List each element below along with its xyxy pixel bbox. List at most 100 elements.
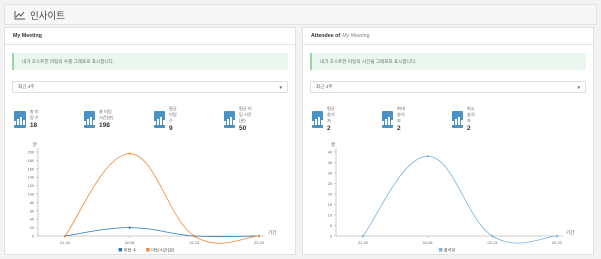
data-point	[128, 226, 131, 229]
y-tick-label: 0	[32, 235, 34, 239]
legend-label: 미팅 시간(분)	[151, 246, 175, 253]
panel-title: My Meeting	[5, 28, 295, 45]
chart-svg: 명기간 0 5 10 15 20 25 30 35 40 01-30 02-06 02-13 02-20 참…	[328, 141, 575, 253]
stat-label: 평균 미팅 수	[169, 106, 177, 123]
y-axis-label: 분	[33, 142, 37, 147]
bar-chart-icon	[382, 110, 393, 128]
y-tick-label: 0	[330, 235, 332, 239]
x-tick-label: 02-13	[487, 241, 497, 245]
stat-label: 총 미팅 수	[29, 109, 39, 120]
x-tick-label: 02-13	[189, 241, 199, 245]
y-tick-label: 100	[28, 193, 34, 197]
page-title: 인사이트	[30, 10, 65, 22]
series-line	[64, 227, 260, 238]
stat-value: 9	[169, 125, 173, 132]
attendee-line-chart: 명기간 0 5 10 15 20 25 30 35 40 01-30 02-06 02-13 02-20 참…	[303, 138, 593, 254]
y-tick-label: 5	[330, 224, 332, 228]
legend-label: 미팅 수	[124, 246, 137, 253]
stat-value: 2	[327, 125, 331, 132]
bar-chart-icon	[14, 110, 26, 128]
chart-svg: 분기간 0 20 40 60 80 100 120 140 160 180 200 01-30 02-06…	[28, 142, 277, 253]
period-select[interactable]: 최근 4주 ▼	[310, 81, 586, 93]
data-point	[426, 155, 429, 158]
x-tick-label: 02-06	[125, 241, 135, 245]
y-tick-label: 160	[28, 167, 34, 171]
data-point	[257, 234, 261, 238]
legend-swatch	[146, 248, 150, 252]
data-point	[193, 234, 196, 238]
y-tick-label: 30	[328, 172, 332, 176]
x-tick-label: 02-20	[552, 241, 562, 245]
data-point	[361, 234, 365, 238]
bar-chart-icon	[154, 110, 165, 128]
x-tick-label: 01-30	[60, 241, 70, 245]
attendee-panel: Attendee of My Meeting 내가 호스트한 미팅의 시간을 그…	[302, 27, 594, 255]
chevron-down-icon: ▼	[576, 85, 581, 90]
chevron-down-icon: ▼	[278, 85, 283, 90]
period-select-value: 최근 4주	[316, 84, 333, 89]
legend-label: 참석자	[444, 246, 456, 253]
stat-item: 평균 미팅 시간(분) 50	[224, 106, 252, 132]
y-tick-label: 180	[28, 159, 34, 163]
bar-chart-icon	[452, 110, 463, 128]
y-tick-label: 25	[328, 182, 332, 186]
stat-item: 평균 미팅 수 9	[154, 106, 179, 132]
series-line	[64, 153, 260, 244]
y-tick-label: 20	[30, 226, 34, 230]
data-point	[63, 234, 67, 238]
data-point	[128, 152, 131, 155]
my-meeting-panel: My Meeting 내가 호스트한 미팅의 수를 그래프로 표시합니다. 최근…	[4, 27, 296, 255]
info-alert: 내가 호스트한 미팅의 수를 그래프로 표시합니다.	[12, 53, 288, 70]
stat-value: 2	[397, 125, 401, 132]
stat-item: 최소 참석자 2	[452, 106, 477, 132]
legend-swatch	[438, 248, 443, 252]
line-chart-icon	[14, 10, 25, 19]
y-tick-label: 10	[328, 214, 332, 218]
y-tick-label: 200	[28, 151, 34, 155]
insight-page: 인사이트 My Meeting 내가 호스트한 미팅의 수를 그래프로 표시합니…	[0, 0, 601, 259]
stat-item: 평균 참석자 2	[312, 106, 337, 132]
stat-label: 평균 참석자	[327, 106, 335, 123]
info-alert: 내가 호스트한 미팅의 시간을 그래프로 표시합니다.	[310, 53, 586, 70]
page-header: 인사이트	[4, 4, 597, 25]
y-tick-label: 15	[328, 203, 332, 207]
y-tick-label: 140	[28, 176, 34, 180]
y-axis-label: 명	[331, 141, 335, 147]
stat-value: 2	[467, 125, 471, 132]
y-tick-label: 20	[328, 193, 332, 197]
data-point	[555, 234, 559, 238]
stat-label: 총 미팅 시간(분)	[99, 109, 114, 120]
y-tick-label: 40	[30, 218, 34, 222]
x-tick-label: 01-30	[358, 241, 368, 245]
bar-chart-icon	[224, 110, 235, 128]
bar-chart-icon	[84, 110, 95, 128]
panel-title: Attendee of My Meeting	[303, 28, 593, 45]
y-tick-label: 35	[328, 161, 332, 165]
y-tick-label: 80	[30, 201, 34, 205]
stat-label: 최대 참석자	[397, 106, 405, 123]
stat-label: 최소 참석자	[467, 106, 475, 123]
stat-item: 최대 참석자 2	[382, 106, 407, 132]
y-tick-label: 120	[28, 184, 34, 188]
meeting-line-chart: 분기간 0 20 40 60 80 100 120 140 160 180 200 01-30 02-06…	[5, 138, 295, 254]
stat-value: 50	[239, 125, 247, 132]
x-tick-label: 02-20	[254, 241, 264, 245]
stat-item: 총 미팅 시간(분) 198	[84, 109, 116, 129]
legend-swatch	[118, 248, 123, 252]
series-line	[362, 155, 558, 244]
x-tick-label: 02-06	[423, 241, 433, 245]
period-select[interactable]: 최근 4주 ▼	[12, 81, 288, 93]
x-axis-label: 기간	[268, 229, 276, 236]
panel-title-strong: Attendee of	[311, 33, 341, 39]
stat-item: 총 미팅 수 18	[14, 109, 42, 129]
stat-value: 198	[99, 122, 110, 129]
panel-title-rest: My Meeting	[342, 33, 370, 39]
stat-value: 18	[29, 122, 38, 129]
panel-title-strong: My Meeting	[13, 33, 42, 39]
x-axis-label: 기간	[566, 229, 574, 236]
y-tick-label: 60	[30, 209, 34, 213]
data-point	[491, 234, 494, 238]
stat-label: 평균 미팅 시간(분)	[239, 106, 252, 123]
y-tick-label: 40	[328, 151, 332, 155]
bar-chart-icon	[312, 110, 323, 128]
